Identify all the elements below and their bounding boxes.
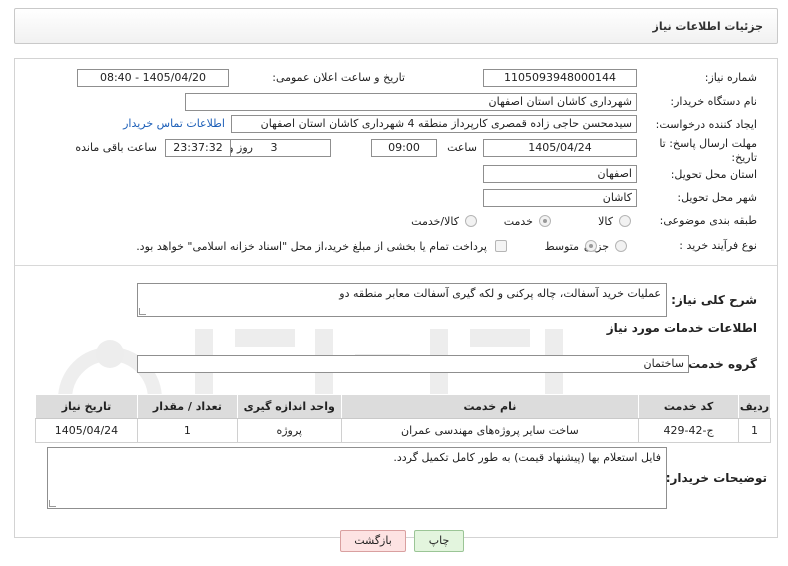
category-option-goods-service: کالا/خدمت — [411, 215, 459, 228]
deadline-time-field: 09:00 — [371, 139, 437, 157]
services-section-title: اطلاعات خدمات مورد نیاز — [606, 321, 757, 335]
page-header: جزئیات اطلاعات نیاز — [14, 8, 778, 44]
process-radio-minor[interactable] — [615, 240, 627, 252]
cell-service-code: ج-42-429 — [638, 418, 740, 443]
treasury-payment-note: پرداخت تمام یا بخشی از مبلغ خرید،از محل … — [136, 240, 487, 253]
category-label: طبقه بندی موضوعی: — [659, 214, 757, 227]
table-header-row: ردیف کد خدمت نام خدمت واحد اندازه گیری ت… — [35, 394, 771, 419]
category-radio-service[interactable] — [539, 215, 551, 227]
back-button[interactable]: بازگشت — [340, 530, 406, 552]
category-radio-goods[interactable] — [619, 215, 631, 227]
deadline-time-label: ساعت — [447, 141, 477, 154]
days-label: روز و — [228, 141, 253, 154]
section-divider — [15, 265, 777, 266]
cell-unit: پروژه — [236, 418, 342, 443]
resize-grip-icon[interactable] — [49, 500, 56, 507]
category-option-service: خدمت — [503, 215, 533, 228]
province-field: اصفهان — [483, 165, 637, 183]
deadline-label: مهلت ارسال پاسخ: تا تاریخ: — [659, 137, 757, 164]
service-group-label: گروه خدمت: — [683, 357, 757, 371]
cell-need-date: 1405/04/24 — [35, 418, 138, 443]
need-details-panel: شماره نیاز: 1105093948000144 تاریخ و ساع… — [14, 58, 778, 538]
city-label: شهر محل تحویل: — [677, 191, 757, 204]
cell-service-name: ساخت سایر پروژه‌های مهندسی عمران — [340, 418, 640, 443]
process-option-medium: متوسط — [544, 240, 579, 253]
buyer-notes-label: توضیحات خریدار: — [665, 471, 767, 485]
col-row-number: ردیف — [738, 394, 771, 419]
buyer-notes-text: فایل استعلام بها (پیشنهاد قیمت) به طور ک… — [393, 451, 661, 464]
col-unit: واحد اندازه گیری — [236, 394, 342, 419]
buyer-org-label: نام دستگاه خریدار: — [670, 95, 757, 108]
print-button[interactable]: چاپ — [414, 530, 464, 552]
process-radio-medium[interactable] — [585, 240, 597, 252]
resize-grip-icon[interactable] — [139, 308, 146, 315]
creator-field: سیدمحسن حاجی زاده قمصری کارپرداز منطقه 4… — [231, 115, 637, 133]
cell-row-number: 1 — [738, 418, 771, 443]
buyer-org-field: شهرداری کاشان استان اصفهان — [185, 93, 637, 111]
cell-quantity: 1 — [136, 418, 238, 443]
service-group-field: ساختمان — [137, 355, 689, 373]
remaining-label: ساعت باقی مانده — [75, 141, 157, 154]
treasury-payment-checkbox[interactable] — [495, 240, 507, 252]
category-option-goods: کالا — [598, 215, 613, 228]
need-number-label: شماره نیاز: — [704, 71, 757, 84]
page: جزئیات اطلاعات نیاز شماره نیاز: 11050939… — [0, 0, 788, 566]
announce-label: تاریخ و ساعت اعلان عمومی: — [272, 71, 405, 84]
city-field: کاشان — [483, 189, 637, 207]
creator-label: ایجاد کننده درخواست: — [655, 118, 757, 131]
col-service-name: نام خدمت — [340, 394, 640, 419]
remaining-time-field: 23:37:32 — [165, 139, 231, 157]
description-text: عملیات خرید آسفالت، چاله پرکنی و لکه گیر… — [339, 287, 661, 300]
table-row: 1 ج-42-429 ساخت سایر پروژه‌های مهندسی عم… — [35, 418, 771, 443]
province-label: استان محل تحویل: — [670, 168, 757, 181]
need-number-field: 1105093948000144 — [483, 69, 637, 87]
col-quantity: تعداد / مقدار — [136, 394, 238, 419]
page-title: جزئیات اطلاعات نیاز — [652, 20, 764, 33]
deadline-date-field: 1405/04/24 — [483, 139, 637, 157]
process-label: نوع فرآیند خرید : — [679, 239, 757, 252]
category-radio-goods-service[interactable] — [465, 215, 477, 227]
buyer-contact-link[interactable]: اطلاعات تماس خریدار — [123, 117, 225, 130]
buyer-notes-textarea[interactable]: فایل استعلام بها (پیشنهاد قیمت) به طور ک… — [47, 447, 667, 509]
description-textarea[interactable]: عملیات خرید آسفالت، چاله پرکنی و لکه گیر… — [137, 283, 667, 317]
announce-field: 1405/04/20 - 08:40 — [77, 69, 229, 87]
col-service-code: کد خدمت — [638, 394, 740, 419]
services-table: ردیف کد خدمت نام خدمت واحد اندازه گیری ت… — [35, 394, 771, 443]
col-need-date: تاریخ نیاز — [35, 394, 138, 419]
description-label: شرح کلی نیاز: — [671, 293, 757, 307]
